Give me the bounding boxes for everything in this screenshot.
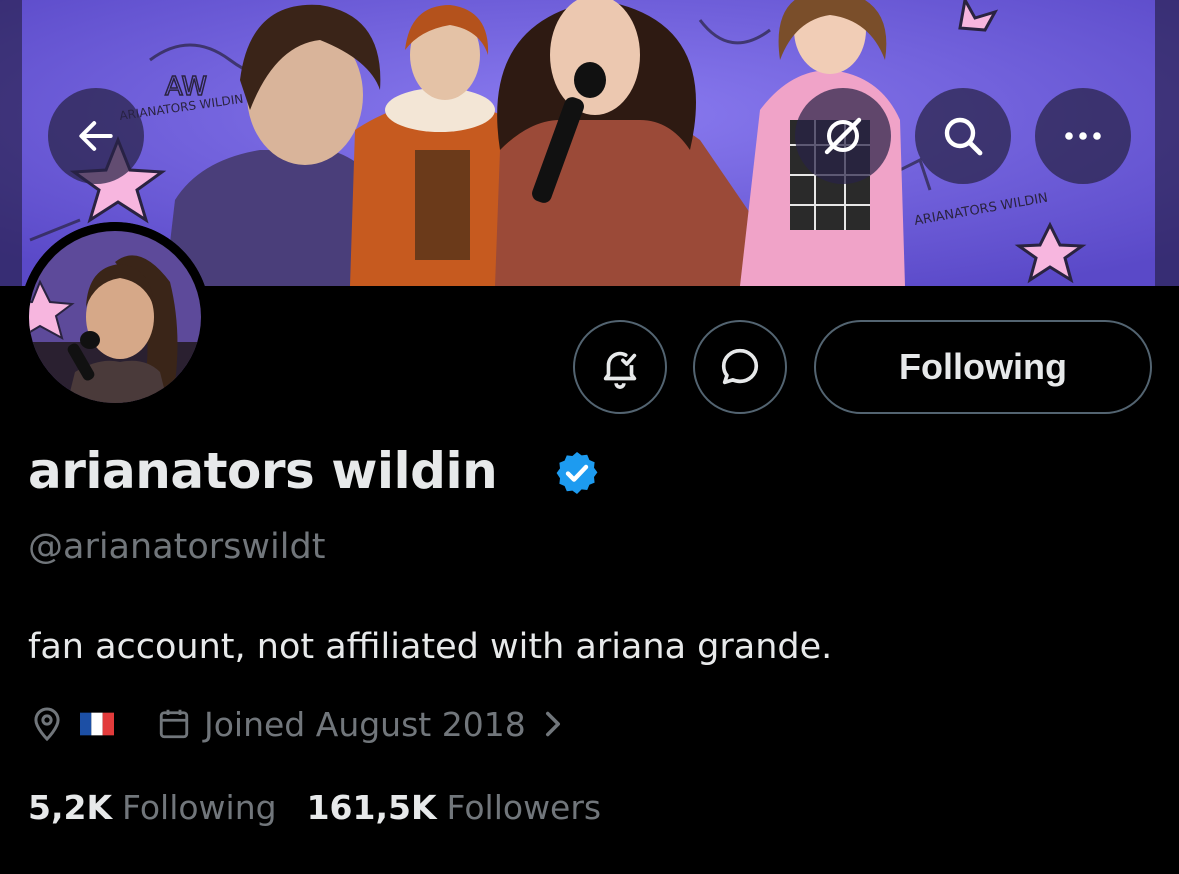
grok-button[interactable] (795, 88, 891, 184)
more-button[interactable] (1035, 88, 1131, 184)
avatar-image (20, 222, 210, 412)
message-button[interactable] (693, 320, 787, 414)
followers-stat[interactable]: 161,5K Followers (307, 788, 602, 827)
display-name: arianators wildin (28, 442, 498, 500)
arrow-left-icon (79, 121, 113, 151)
chevron-right-icon (542, 710, 564, 738)
following-count: 5,2K (28, 788, 113, 827)
grok-icon (824, 117, 862, 155)
joined-text: Joined August 2018 (204, 704, 526, 744)
calendar-icon (156, 706, 192, 742)
location-pin-icon (28, 705, 66, 743)
followers-label: Followers (446, 788, 602, 827)
france-flag-icon (80, 712, 114, 736)
following-label: Following (122, 788, 277, 827)
notifications-button[interactable] (573, 320, 667, 414)
profile-banner[interactable]: AW ARIANATORS WILDIN ARIANATORS WILDIN (0, 0, 1179, 286)
profile-meta: Joined August 2018 (28, 700, 564, 748)
followers-count: 161,5K (306, 788, 437, 827)
bell-check-icon (603, 351, 637, 389)
joined-date-link[interactable]: Joined August 2018 (156, 705, 564, 744)
message-bubble-icon (721, 348, 759, 385)
handle: @arianatorswildt (28, 527, 326, 567)
bio: fan account, not affiliated with ariana … (28, 627, 833, 667)
following-stat[interactable]: 5,2K Following (28, 788, 277, 827)
more-horizontal-icon (1065, 132, 1101, 140)
search-button[interactable] (915, 88, 1011, 184)
back-button[interactable] (48, 88, 144, 184)
follow-stats: 5,2K Following 161,5K Followers (28, 788, 601, 827)
verified-badge-icon[interactable] (553, 449, 601, 502)
following-button[interactable]: Following (814, 320, 1152, 414)
avatar[interactable] (20, 222, 210, 412)
search-icon (944, 117, 983, 156)
